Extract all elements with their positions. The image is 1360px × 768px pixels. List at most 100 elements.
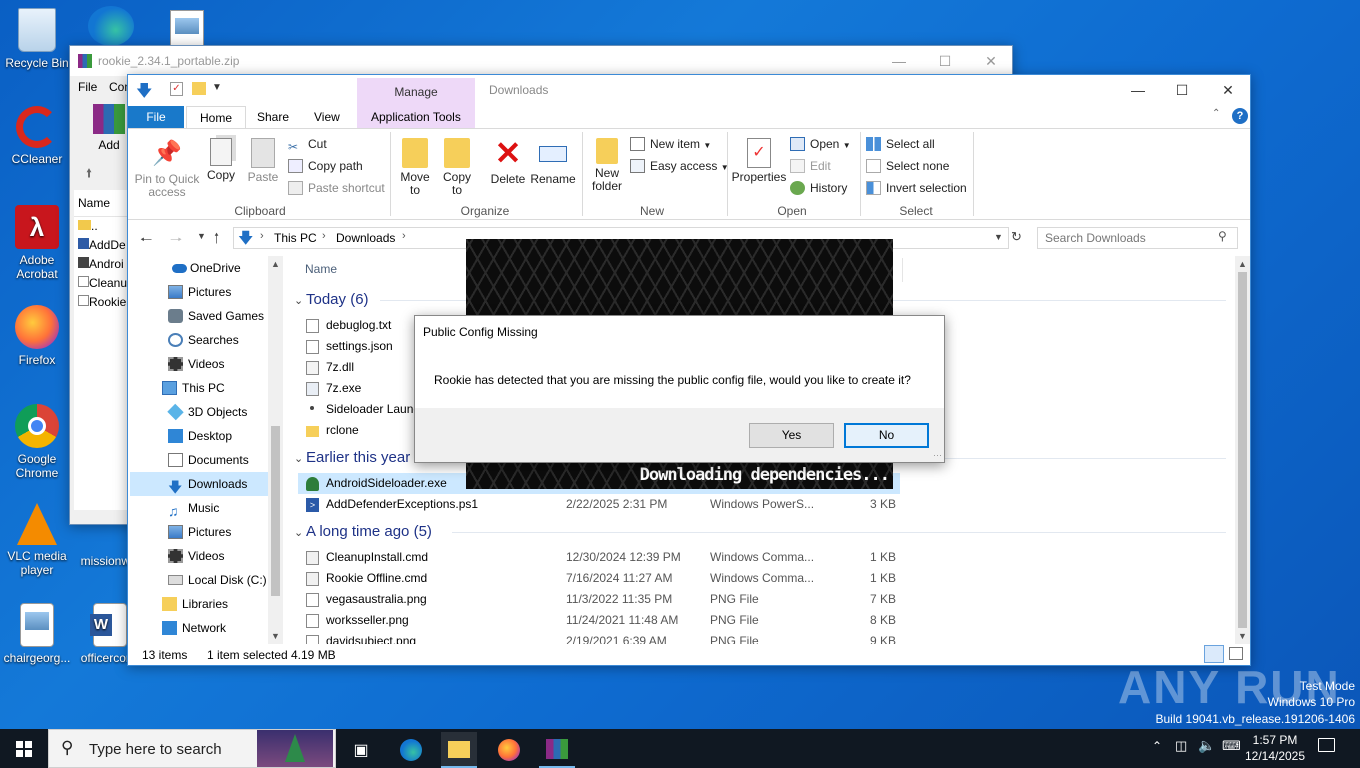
winrar-col-name[interactable]: Name: [74, 190, 129, 217]
winrar-titlebar[interactable]: rookie_2.34.1_portable.zip — ☐ ✕: [70, 46, 1012, 76]
firefox-taskbar-icon[interactable]: [491, 732, 527, 768]
open-button[interactable]: Open ▼: [790, 134, 851, 154]
delete-button[interactable]: ✕ Delete: [488, 137, 528, 186]
notifications-icon[interactable]: [1318, 738, 1335, 752]
show-hidden-icons-icon[interactable]: ⌃: [1152, 739, 1162, 753]
winrar-menu-file[interactable]: File: [78, 80, 97, 94]
properties-quick-icon[interactable]: ✓: [170, 82, 183, 96]
content-scrollbar[interactable]: ▲ ▼: [1235, 256, 1250, 644]
dialog-titlebar[interactable]: Public Config Missing: [415, 316, 944, 346]
nav-music[interactable]: ♫ Music: [130, 496, 268, 520]
ribbon-collapse-icon[interactable]: ⌃: [1212, 108, 1220, 119]
up-arrow-icon[interactable]: 🠑: [214, 228, 219, 252]
customize-quick-access-icon[interactable]: ▼: [212, 82, 222, 93]
forward-arrow-icon[interactable]: 🠒: [170, 229, 182, 253]
cut-button[interactable]: ✂ Cut: [288, 134, 327, 154]
edit-button[interactable]: Edit: [790, 156, 831, 176]
nav-videos-pc[interactable]: Videos: [130, 544, 268, 568]
resize-grip-icon[interactable]: ⋯: [933, 450, 942, 461]
clock[interactable]: 1:57 PM 12/14/2025: [1244, 732, 1306, 764]
desktop-file-partial[interactable]: [170, 10, 204, 46]
file-explorer-taskbar-icon[interactable]: [441, 732, 477, 768]
recent-locations-icon[interactable]: ▼: [197, 231, 206, 241]
refresh-icon[interactable]: ↻: [1011, 229, 1022, 245]
breadcrumb-this-pc[interactable]: This PC: [274, 231, 317, 245]
column-header-name[interactable]: Name: [305, 262, 337, 276]
nav-videos[interactable]: Videos: [130, 352, 268, 376]
explorer-minimize-button[interactable]: —: [1115, 75, 1161, 105]
file-row[interactable]: > AddDefenderExceptions.ps1 2/22/2025 2:31…: [298, 494, 900, 515]
new-folder-quick-icon[interactable]: [192, 82, 206, 95]
nav-desktop[interactable]: Desktop: [130, 424, 268, 448]
desktop-icon-chrome[interactable]: Google Chrome: [1, 404, 73, 480]
nav-saved-games[interactable]: Saved Games: [130, 304, 268, 328]
large-icons-view-icon[interactable]: [1229, 647, 1243, 660]
explorer-maximize-button[interactable]: ☐: [1159, 75, 1205, 105]
nav-network[interactable]: Network: [130, 616, 268, 640]
start-button[interactable]: [0, 729, 48, 768]
winrar-close-button[interactable]: ✕: [968, 46, 1014, 76]
tab-application-tools[interactable]: Application Tools: [358, 106, 474, 128]
breadcrumb-downloads[interactable]: Downloads: [336, 231, 395, 245]
tab-home[interactable]: Home: [186, 106, 247, 128]
task-view-icon[interactable]: ▣: [343, 732, 379, 768]
no-button[interactable]: No: [844, 423, 929, 448]
content-scroll-thumb[interactable]: [1238, 272, 1247, 628]
nav-3d-objects[interactable]: 3D Objects: [130, 400, 268, 424]
paste-shortcut-button[interactable]: Paste shortcut: [288, 178, 385, 198]
nav-this-pc[interactable]: This PC: [130, 376, 268, 400]
copy-path-button[interactable]: Copy path: [288, 156, 363, 176]
file-row[interactable]: worksseller.png 11/24/2021 11:48 AM PNG Fi…: [298, 610, 900, 631]
nav-onedrive[interactable]: OneDrive: [130, 256, 268, 280]
nav-scrollbar[interactable]: ▲ ▼: [268, 256, 283, 644]
desktop-icon-recycle-bin[interactable]: Recycle Bin: [1, 8, 73, 70]
public-config-dialog[interactable]: Public Config Missing Rookie has detecte…: [414, 315, 945, 463]
quick-access-down-arrow-icon[interactable]: 🡇: [136, 80, 152, 107]
select-all-button[interactable]: Select all: [866, 134, 935, 154]
desktop-icon-ccleaner[interactable]: CCleaner: [1, 106, 73, 166]
nav-pictures-pc[interactable]: Pictures: [130, 520, 268, 544]
nav-pictures[interactable]: Pictures: [130, 280, 268, 304]
nav-downloads[interactable]: 🡇 Downloads: [130, 472, 268, 496]
winrar-taskbar-icon[interactable]: [539, 732, 575, 768]
winrar-up-icon[interactable]: 🠙: [86, 164, 92, 185]
rename-button[interactable]: Rename: [530, 138, 576, 186]
move-to-button[interactable]: Move to: [396, 138, 434, 197]
nav-searches[interactable]: Searches: [130, 328, 268, 352]
desktop-icon-acrobat[interactable]: λ Adobe Acrobat: [1, 205, 73, 281]
winrar-maximize-button[interactable]: ☐: [922, 46, 968, 76]
winrar-add-button[interactable]: Add: [90, 104, 128, 152]
back-arrow-icon[interactable]: 🠐: [140, 229, 152, 253]
nav-local-disk[interactable]: Local Disk (C:): [130, 568, 268, 592]
winrar-item[interactable]: Androi: [74, 255, 129, 274]
desktop-icon-firefox[interactable]: Firefox: [1, 305, 73, 367]
winrar-item[interactable]: ..: [74, 217, 129, 236]
paste-button[interactable]: Paste: [245, 138, 281, 184]
nav-scroll-thumb[interactable]: [271, 426, 280, 596]
winrar-item[interactable]: Cleanu: [74, 274, 129, 293]
nav-libraries[interactable]: Libraries: [130, 592, 268, 616]
edge-desktop-icon[interactable]: [88, 6, 134, 46]
file-row[interactable]: vegasaustralia.png 11/3/2022 11:35 PM PNG …: [298, 589, 900, 610]
tab-share[interactable]: Share: [244, 106, 302, 128]
winrar-item[interactable]: AddDe: [74, 236, 129, 255]
group-header-earlier[interactable]: ⌄ Earlier this year: [294, 447, 410, 469]
help-icon[interactable]: ?: [1232, 108, 1248, 124]
tab-view[interactable]: View: [301, 106, 353, 128]
file-row[interactable]: CleanupInstall.cmd 12/30/2024 12:39 PM Win…: [298, 547, 900, 568]
scroll-up-icon[interactable]: ▲: [1235, 259, 1250, 269]
nav-documents[interactable]: Documents: [130, 448, 268, 472]
file-row[interactable]: Rookie Offline.cmd 7/16/2024 11:27 AM Wind…: [298, 568, 900, 589]
scroll-down-icon[interactable]: ▼: [1235, 631, 1250, 641]
yes-button[interactable]: Yes: [749, 423, 834, 448]
invert-selection-button[interactable]: Invert selection: [866, 178, 967, 198]
file-row[interactable]: davidsubject.png 2/19/2021 6:39 AM PNG Fil…: [298, 631, 900, 644]
copy-button[interactable]: Copy: [203, 138, 239, 182]
scroll-up-icon[interactable]: ▲: [268, 259, 283, 269]
explorer-close-button[interactable]: ✕: [1205, 75, 1251, 105]
tab-file[interactable]: File: [128, 106, 184, 128]
desktop-icon-chairgeorg[interactable]: chairgeorg...: [1, 603, 73, 665]
copy-to-button[interactable]: Copy to: [438, 138, 476, 197]
pin-to-quick-access-button[interactable]: 📌 Pin to Quick access: [132, 138, 202, 199]
select-none-button[interactable]: Select none: [866, 156, 949, 176]
